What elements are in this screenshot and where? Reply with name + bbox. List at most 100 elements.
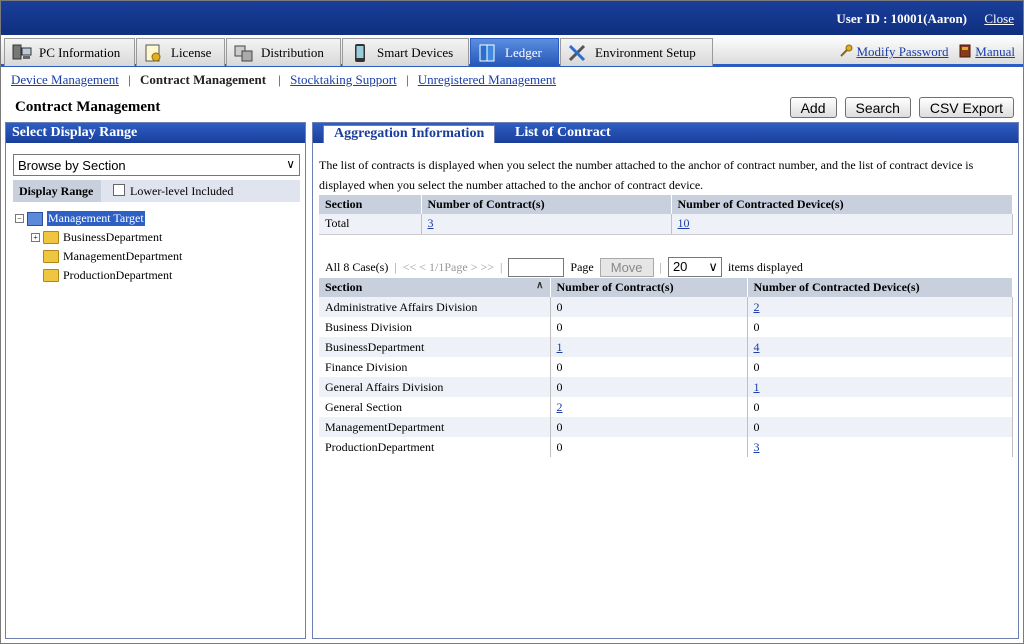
tab-label: Smart Devices	[377, 44, 454, 60]
collapse-icon[interactable]: −	[15, 214, 24, 223]
table-row: General Affairs Division 0 1	[319, 377, 1013, 397]
cell-contracts: 0	[550, 417, 748, 437]
display-range-row: Display Range Lower-level Included	[13, 180, 300, 202]
devices-link[interactable]: 4	[754, 340, 760, 354]
cell-devices: 0	[747, 397, 1013, 417]
display-range-panel: Select Display Range Browse by Section ∨…	[5, 122, 306, 639]
add-button[interactable]: Add	[789, 97, 837, 118]
manual-link[interactable]: Manual	[975, 44, 1015, 59]
subnav-unregistered-management[interactable]: Unregistered Management	[418, 72, 556, 87]
lower-level-label: Lower-level Included	[130, 184, 234, 198]
table-header-row: Section ∧ Number of Contract(s) Number of…	[319, 278, 1013, 297]
devices-link[interactable]: 1	[754, 380, 760, 394]
manual-book-icon	[959, 44, 971, 58]
cell-devices: 0	[747, 357, 1013, 377]
table-row: BusinessDepartment 1 4	[319, 337, 1013, 357]
cell-contracts: 0	[550, 317, 748, 337]
cell-devices: 4	[747, 337, 1013, 357]
table-row: Business Division 0 0	[319, 317, 1013, 337]
page-size-value: 20	[672, 259, 688, 274]
license-icon	[145, 44, 161, 61]
table-row: ProductionDepartment 0 3	[319, 437, 1013, 457]
header-links: Modify Password Manual	[839, 44, 1015, 60]
tab-distribution[interactable]: Distribution	[226, 38, 341, 66]
modify-password-link[interactable]: Modify Password	[856, 44, 948, 59]
separator: |	[659, 259, 662, 274]
browse-select[interactable]: Browse by Section ∨	[13, 154, 300, 176]
subnav-contract-management: Contract Management	[140, 72, 267, 87]
table-row: Finance Division 0 0	[319, 357, 1013, 377]
move-button[interactable]: Move	[599, 257, 654, 277]
tree-node-label: ManagementDepartment	[63, 249, 183, 263]
close-link[interactable]: Close	[984, 11, 1014, 27]
section-tree: − Management Target + BusinessDepartment…	[15, 209, 182, 285]
expand-icon[interactable]: +	[31, 233, 40, 242]
separator: |	[394, 259, 397, 274]
separator: |	[405, 72, 409, 87]
right-tab-bar: Aggregation Information List of Contract	[313, 123, 1018, 143]
tree-node-management[interactable]: ManagementDepartment	[15, 247, 182, 266]
tab-label: Environment Setup	[595, 44, 696, 60]
tab-label: PC Information	[39, 44, 121, 60]
tab-list-of-contract[interactable]: List of Contract	[505, 125, 621, 143]
tab-ledger[interactable]: Ledger	[470, 38, 559, 66]
separator: |	[500, 259, 503, 274]
devices-total-link[interactable]: 10	[678, 216, 690, 230]
column-header: Number of Contracted Device(s)	[671, 195, 1013, 214]
tab-pc-information[interactable]: PC Information	[4, 38, 135, 66]
separator: |	[128, 72, 131, 87]
column-header: Number of Contract(s)	[550, 278, 748, 297]
key-icon	[840, 44, 853, 57]
aggregation-table: Section Number of Contract(s) Number of …	[319, 195, 1013, 235]
search-button[interactable]: Search	[844, 97, 911, 118]
distribution-icon	[234, 45, 253, 61]
table-header-row: Section Number of Contract(s) Number of …	[319, 195, 1013, 214]
case-count: All 8 Case(s)	[325, 259, 389, 274]
sort-icon[interactable]: ∧	[536, 280, 543, 291]
tree-node-business[interactable]: + BusinessDepartment	[15, 228, 182, 247]
tree-node-label: ProductionDepartment	[63, 268, 173, 282]
tab-label: License	[171, 44, 212, 60]
devices-link[interactable]: 3	[754, 440, 760, 454]
page-title: Contract Management	[15, 99, 161, 115]
tab-label: Ledger	[505, 44, 542, 60]
devices-link[interactable]: 2	[754, 300, 760, 314]
tab-aggregation-information[interactable]: Aggregation Information	[323, 125, 496, 143]
cell-contracts: 0	[550, 357, 748, 377]
column-header: Section	[319, 195, 422, 214]
ledger-icon	[479, 44, 495, 61]
subnav-stocktaking-support[interactable]: Stocktaking Support	[290, 72, 397, 87]
contracts-link[interactable]: 1	[557, 340, 563, 354]
folder-icon	[43, 250, 59, 263]
page-input[interactable]	[508, 257, 565, 277]
tools-icon	[568, 44, 586, 61]
table-row: Total 3 10	[319, 214, 1013, 235]
section-list-table: Section ∧ Number of Contract(s) Number of…	[319, 278, 1013, 457]
tab-environment-setup[interactable]: Environment Setup	[560, 38, 713, 66]
chevron-down-icon: ∨	[708, 259, 718, 274]
cell-devices: 0	[747, 417, 1013, 437]
tab-license[interactable]: License	[136, 38, 225, 66]
cell-section: Total	[319, 214, 422, 235]
csv-export-button[interactable]: CSV Export	[918, 97, 1014, 118]
cell-section: Business Division	[319, 317, 551, 337]
pager: All 8 Case(s) | << < 1/1Page > >> | Page…	[325, 257, 803, 277]
page-size-select[interactable]: 20 ∨	[667, 257, 722, 277]
contracts-link[interactable]: 2	[557, 400, 563, 414]
tree-node-production[interactable]: ProductionDepartment	[15, 266, 182, 285]
cell-contracts: 0	[550, 297, 748, 317]
building-icon	[27, 211, 43, 226]
column-header: Number of Contract(s)	[421, 195, 672, 214]
separator: |	[278, 72, 281, 87]
cell-contracts: 0	[550, 437, 748, 457]
tab-smart-devices[interactable]: Smart Devices	[342, 38, 469, 66]
folder-icon	[43, 269, 59, 282]
cell-contracts: 1	[550, 337, 748, 357]
lower-level-checkbox[interactable]	[113, 184, 125, 196]
column-header-section[interactable]: Section ∧	[319, 278, 551, 297]
tree-node-root[interactable]: − Management Target	[15, 209, 182, 228]
cell-devices: 0	[747, 317, 1013, 337]
cell-devices: 10	[671, 214, 1013, 235]
contracts-total-link[interactable]: 3	[428, 216, 434, 230]
subnav-device-management[interactable]: Device Management	[11, 72, 119, 87]
